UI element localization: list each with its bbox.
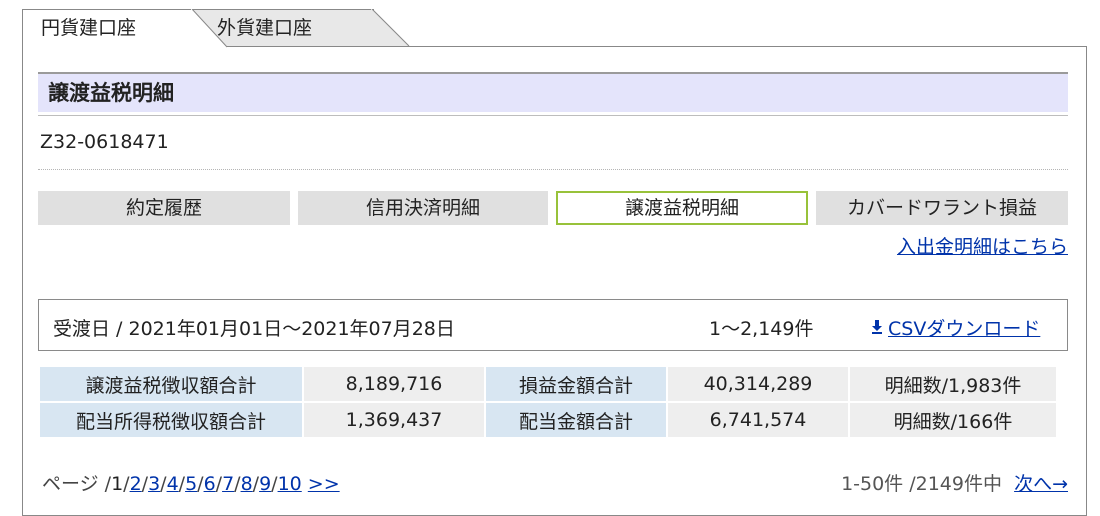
nav-covered-warrant-button[interactable]: カバードワラント損益 <box>816 191 1068 225</box>
nav-margin-settlement-button[interactable]: 信用決済明細 <box>298 191 548 225</box>
page-link[interactable]: 8 <box>241 473 253 495</box>
tab-label: 円貨建口座 <box>41 17 137 39</box>
pagination-status: 1-50件 /2149件中 次へ→ <box>841 469 1068 496</box>
page-link[interactable]: 5 <box>185 473 197 495</box>
filter-bar: 受渡日 / 2021年01月01日～2021年07月28日 1～2,149件 C… <box>38 299 1068 351</box>
account-tabs: 外貨建口座 円貨建口座 <box>22 9 442 48</box>
page-link[interactable]: 7 <box>222 473 234 495</box>
record-count: 1～2,149件 <box>709 318 814 340</box>
table-row: 譲渡益税徴収額合計 8,189,716 損益金額合計 40,314,289 明細… <box>40 367 1056 401</box>
table-cell: 40,314,289 <box>668 367 848 401</box>
pagination: ページ /1/2/3/4/5/6/7/8/9/10 >> <box>42 469 340 496</box>
nav-capital-gains-tax-button[interactable]: 譲渡益税明細 <box>556 191 808 225</box>
next-page-link[interactable]: 次へ→ <box>1014 473 1068 495</box>
current-page: 1 <box>111 473 124 495</box>
page-link[interactable]: 2 <box>130 473 142 495</box>
deposit-withdrawal-link[interactable]: 入出金明細はこちら <box>897 232 1068 259</box>
page-title: 譲渡益税明細 <box>38 72 1068 112</box>
table-cell: 損益金額合計 <box>486 367 666 401</box>
page-link[interactable]: 3 <box>148 473 160 495</box>
more-pages-link[interactable]: >> <box>308 473 340 495</box>
page-link[interactable]: 6 <box>204 473 216 495</box>
table-cell: 配当所得税徴収額合計 <box>40 403 302 437</box>
table-cell: 6,741,574 <box>668 403 848 437</box>
account-number: Z32-0618471 <box>40 131 169 153</box>
table-row: 配当所得税徴収額合計 1,369,437 配当金額合計 6,741,574 明細… <box>40 403 1056 437</box>
dotted-divider <box>38 169 1068 170</box>
table-cell: 1,369,437 <box>304 403 484 437</box>
result-range: 1-50件 /2149件中 <box>841 473 1002 495</box>
settlement-date-range: 受渡日 / 2021年01月01日～2021年07月28日 <box>53 318 455 340</box>
content-panel <box>22 46 1087 516</box>
tab-corner-icon <box>191 9 228 48</box>
table-cell: 明細数/166件 <box>850 403 1056 437</box>
csv-download-label[interactable]: CSVダウンロード <box>888 318 1040 340</box>
pagination-prefix: ページ / <box>42 473 112 495</box>
summary-table: 譲渡益税徴収額合計 8,189,716 損益金額合計 40,314,289 明細… <box>38 365 1058 439</box>
page-link[interactable]: 10 <box>278 473 302 495</box>
table-cell: 明細数/1,983件 <box>850 367 1056 401</box>
csv-download-link[interactable]: CSVダウンロード <box>871 314 1040 341</box>
tab-yen-account[interactable]: 円貨建口座 <box>22 9 228 48</box>
table-cell: 譲渡益税徴収額合計 <box>40 367 302 401</box>
tab-label: 外貨建口座 <box>217 17 313 39</box>
nav-trade-history-button[interactable]: 約定履歴 <box>38 191 290 225</box>
table-cell: 配当金額合計 <box>486 403 666 437</box>
download-arrow-icon <box>871 319 883 339</box>
page-link[interactable]: 4 <box>167 473 179 495</box>
title-divider <box>38 115 1068 116</box>
tab-corner-icon <box>371 9 410 47</box>
page-link[interactable]: 9 <box>259 473 271 495</box>
table-cell: 8,189,716 <box>304 367 484 401</box>
